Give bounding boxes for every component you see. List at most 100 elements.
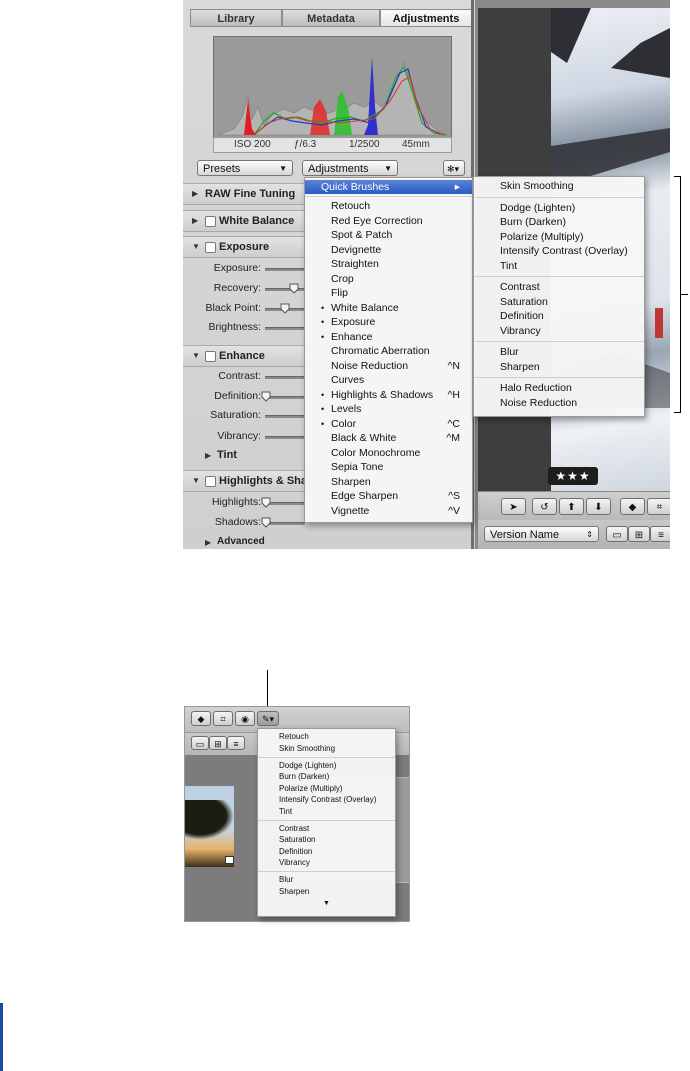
menu-item[interactable]: Levels • <box>305 402 472 416</box>
rotate-tool-button[interactable]: ↺ <box>532 498 557 515</box>
menu-item[interactable]: Vibrancy <box>474 324 644 338</box>
menu-item[interactable]: Chromatic Aberration <box>305 344 472 358</box>
slider-knob-icon[interactable] <box>261 517 271 528</box>
menu-item[interactable]: Intensify Contrast (Overlay) <box>474 244 644 258</box>
shadows-slider[interactable] <box>265 522 305 525</box>
menu-item[interactable]: Spot & Patch <box>305 228 472 242</box>
scroll-down-arrow-icon[interactable]: ▼ <box>258 898 395 910</box>
definition-slider-label: Definition: <box>214 390 261 402</box>
filmstrip-view-button[interactable]: ▭ <box>606 526 628 542</box>
straighten-tool-button[interactable]: ◆ <box>191 711 211 726</box>
menu-item[interactable]: Devignette <box>305 243 472 257</box>
brightness-slider[interactable] <box>265 327 305 330</box>
menu-item[interactable]: Crop <box>305 272 472 286</box>
menu-item[interactable]: Saturation <box>258 834 395 846</box>
menu-item[interactable]: Burn (Darken) <box>474 215 644 229</box>
slider-knob-icon[interactable] <box>261 497 271 508</box>
menu-item[interactable]: Skin Smoothing <box>258 743 395 755</box>
definition-slider[interactable] <box>265 396 305 399</box>
filmstrip-view-button[interactable]: ▭ <box>191 736 209 750</box>
menu-item[interactable]: Noise Reduction <box>474 396 644 410</box>
menu-item[interactable]: Burn (Darken) <box>258 771 395 783</box>
menu-item[interactable]: Polarize (Multiply) <box>258 783 395 795</box>
gear-button[interactable]: ✻▾ <box>443 160 465 176</box>
menu-item[interactable]: Quick Brushes ▸ <box>305 180 472 194</box>
menu-item[interactable]: Noise Reduction ^N <box>305 359 472 373</box>
menu-item[interactable]: Saturation <box>474 295 644 309</box>
menu-item[interactable]: Tint <box>474 259 644 273</box>
tab-adjustments[interactable]: Adjustments <box>380 9 472 27</box>
menu-item-label: Burn (Darken) <box>279 772 330 781</box>
tint-subsection[interactable]: Tint <box>217 449 237 461</box>
exposure-slider[interactable] <box>265 268 305 271</box>
menu-item[interactable]: Highlights & Shadows • ^H <box>305 388 472 402</box>
menu-item[interactable]: Definition <box>474 309 644 323</box>
tab-library[interactable]: Library <box>190 9 282 27</box>
advanced-subsection[interactable]: Advanced <box>217 536 265 547</box>
menu-item[interactable]: Sharpen <box>258 886 395 898</box>
menu-item[interactable]: Flip <box>305 286 472 300</box>
brush-tool-button[interactable]: ✎▾ <box>257 711 279 726</box>
menu-item[interactable]: Halo Reduction <box>474 381 644 395</box>
menu-item[interactable]: Skin Smoothing <box>474 179 644 193</box>
highlights-shadows-checkbox[interactable] <box>205 476 216 487</box>
menu-item[interactable]: Black & White ^M <box>305 431 472 445</box>
contrast-slider[interactable] <box>265 376 305 379</box>
menu-item[interactable]: Retouch <box>258 731 395 743</box>
photo-thumbnail[interactable] <box>185 786 234 867</box>
recovery-slider[interactable] <box>265 288 305 291</box>
menu-item[interactable]: Straighten <box>305 257 472 271</box>
menu-item[interactable]: Retouch <box>305 199 472 213</box>
menu-item[interactable]: Dodge (Lighten) <box>258 760 395 772</box>
menu-item[interactable]: Blur <box>474 345 644 359</box>
menu-item[interactable]: Color • ^C <box>305 417 472 431</box>
menu-item[interactable]: Enhance • <box>305 330 472 344</box>
vibrancy-slider[interactable] <box>265 436 305 439</box>
menu-item[interactable]: Sepia Tone <box>305 460 472 474</box>
saturation-slider[interactable] <box>265 415 305 418</box>
grid-view-button[interactable]: ⊞ <box>628 526 650 542</box>
menu-item[interactable]: Color Monochrome <box>305 446 472 460</box>
list-view-button[interactable]: ≡ <box>227 736 245 750</box>
crop-tool-button[interactable]: ⌗ <box>647 498 670 515</box>
stamp-tool-button[interactable]: ⬇ <box>586 498 611 515</box>
disclosure-triangle-icon[interactable]: ▶ <box>205 538 211 547</box>
slider-knob-icon[interactable] <box>280 303 290 314</box>
menu-item[interactable]: Dodge (Lighten) <box>474 201 644 215</box>
slider-knob-icon[interactable] <box>261 391 271 402</box>
menu-item[interactable]: Blur <box>258 874 395 886</box>
menu-item[interactable]: Contrast <box>474 280 644 294</box>
menu-item[interactable]: Red Eye Correction <box>305 214 472 228</box>
red-eye-tool-button[interactable]: ◉ <box>235 711 255 726</box>
menu-item[interactable]: Contrast <box>258 823 395 835</box>
slider-knob-icon[interactable] <box>289 283 299 294</box>
menu-item[interactable]: White Balance • <box>305 301 472 315</box>
crop-tool-button[interactable]: ⌗ <box>213 711 233 726</box>
menu-item[interactable]: Sharpen <box>474 360 644 374</box>
exposure-checkbox[interactable] <box>205 242 216 253</box>
menu-item-label: Blur <box>279 875 294 884</box>
menu-item[interactable]: Intensify Contrast (Overlay) <box>258 794 395 806</box>
tab-metadata[interactable]: Metadata <box>282 9 380 27</box>
enhance-checkbox[interactable] <box>205 351 216 362</box>
menu-item[interactable]: Sharpen <box>305 475 472 489</box>
menu-item[interactable]: Curves <box>305 373 472 387</box>
lift-tool-button[interactable]: ⬆ <box>559 498 584 515</box>
highlights-slider[interactable] <box>265 502 305 505</box>
menu-item[interactable]: Exposure • <box>305 315 472 329</box>
menu-item[interactable]: Vibrancy <box>258 857 395 869</box>
white-balance-checkbox[interactable] <box>205 216 216 227</box>
list-view-button[interactable]: ≡ <box>650 526 670 542</box>
select-tool-button[interactable]: ➤ <box>501 498 526 515</box>
disclosure-triangle-icon[interactable]: ▶ <box>205 451 211 460</box>
grid-view-button[interactable]: ⊞ <box>209 736 227 750</box>
presets-popup[interactable]: Presets ▼ <box>197 160 293 176</box>
menu-item[interactable]: Edge Sharpen ^S <box>305 489 472 503</box>
menu-item[interactable]: Tint <box>258 806 395 818</box>
straighten-tool-button[interactable]: ◆ <box>620 498 645 515</box>
menu-item[interactable]: Definition <box>258 846 395 858</box>
version-name-popup[interactable]: Version Name ⇕ <box>484 526 599 542</box>
menu-item[interactable]: Polarize (Multiply) <box>474 230 644 244</box>
adjustments-popup[interactable]: Adjustments ▼ <box>302 160 398 176</box>
menu-item[interactable]: Vignette ^V <box>305 504 472 518</box>
